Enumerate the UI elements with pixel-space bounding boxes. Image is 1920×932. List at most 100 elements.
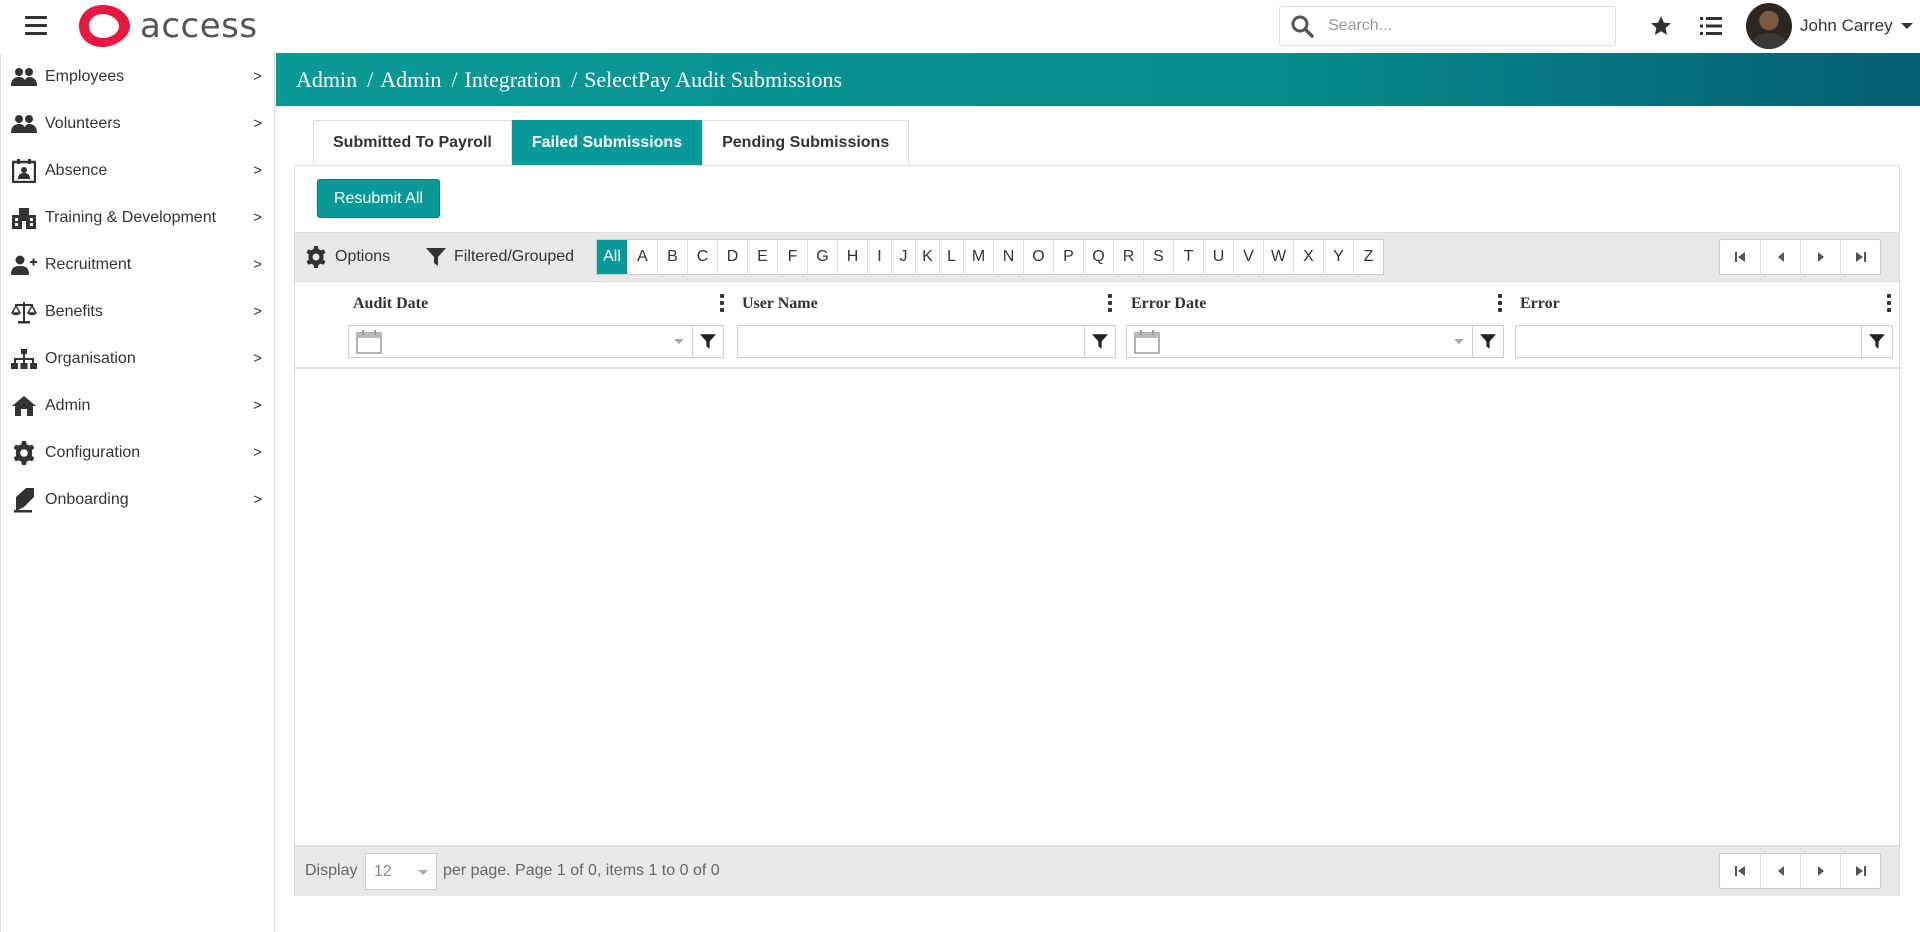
letter-filter[interactable]: S — [1143, 240, 1173, 274]
gear-icon — [11, 440, 37, 465]
column-menu-icon[interactable] — [717, 292, 727, 314]
column-title[interactable]: Error — [1520, 295, 1560, 313]
first-page-icon[interactable] — [1720, 854, 1760, 888]
sidebar-item-admin[interactable]: Admin > — [1, 382, 274, 429]
chevron-down-icon[interactable] — [674, 339, 684, 344]
letter-filter[interactable]: Q — [1083, 240, 1113, 274]
task-list-icon[interactable] — [1697, 12, 1725, 40]
letter-filter[interactable]: P — [1053, 240, 1083, 274]
calendar-icon[interactable] — [356, 329, 382, 354]
sidebar: Employees > Volunteers > Absence > Train… — [0, 53, 275, 932]
users-icon — [11, 65, 37, 89]
tab-strip: Submitted To Payroll Failed Submissions … — [313, 120, 910, 165]
letter-filter[interactable]: F — [777, 240, 807, 274]
letter-filter[interactable]: L — [939, 240, 963, 274]
top-bar: access John Carrey — [0, 0, 1920, 53]
favourites-star-icon[interactable] — [1647, 12, 1675, 40]
pager-bottom — [1719, 853, 1881, 889]
letter-filter[interactable]: J — [891, 240, 915, 274]
pagination-status: per page. Page 1 of 0, items 1 to 0 of 0 — [443, 862, 720, 879]
letter-filter[interactable]: D — [717, 240, 747, 274]
access-logo-icon — [79, 5, 130, 47]
chevron-right-icon: > — [253, 256, 262, 273]
letter-filter[interactable]: T — [1173, 240, 1203, 274]
letter-filter[interactable]: Y — [1323, 240, 1353, 274]
letter-filter[interactable]: C — [687, 240, 717, 274]
per-page-select[interactable]: 12 — [365, 853, 437, 890]
letter-filter[interactable]: H — [837, 240, 867, 274]
filter-button[interactable] — [1472, 325, 1504, 358]
previous-page-icon[interactable] — [1760, 240, 1800, 274]
hamburger-menu-icon[interactable] — [25, 16, 47, 36]
column-menu-icon[interactable] — [1495, 292, 1505, 314]
letter-filter[interactable]: K — [915, 240, 939, 274]
last-page-icon[interactable] — [1840, 854, 1880, 888]
options-button[interactable]: Options — [305, 233, 390, 281]
chevron-right-icon: > — [253, 397, 262, 414]
tab-pending-submissions[interactable]: Pending Submissions — [702, 120, 910, 165]
letter-filter[interactable]: E — [747, 240, 777, 274]
tab-submitted-to-payroll[interactable]: Submitted To Payroll — [313, 120, 512, 165]
search-input[interactable] — [1328, 17, 1588, 35]
sidebar-item-training-development[interactable]: Training & Development > — [1, 194, 274, 241]
search-box[interactable] — [1279, 6, 1616, 46]
resubmit-all-button[interactable]: Resubmit All — [317, 179, 440, 218]
sidebar-item-organisation[interactable]: Organisation > — [1, 335, 274, 382]
breadcrumb-item[interactable]: Admin — [296, 67, 357, 93]
column-title[interactable]: User Name — [742, 295, 818, 313]
sidebar-item-absence[interactable]: Absence > — [1, 147, 274, 194]
first-page-icon[interactable] — [1720, 240, 1760, 274]
letter-filter[interactable]: Z — [1353, 240, 1383, 274]
sidebar-item-label: Onboarding — [45, 490, 129, 508]
sidebar-item-onboarding[interactable]: Onboarding > — [1, 476, 274, 523]
letter-filter[interactable]: I — [867, 240, 891, 274]
letter-filter[interactable]: V — [1233, 240, 1263, 274]
user-name: John Carrey — [1800, 16, 1893, 35]
previous-page-icon[interactable] — [1760, 854, 1800, 888]
tab-failed-submissions[interactable]: Failed Submissions — [511, 120, 703, 165]
breadcrumb-item[interactable]: Admin — [380, 67, 441, 93]
letter-filter[interactable]: N — [993, 240, 1023, 274]
last-page-icon[interactable] — [1840, 240, 1880, 274]
column-menu-icon[interactable] — [1884, 292, 1894, 314]
letter-filter[interactable]: R — [1113, 240, 1143, 274]
filter-button[interactable] — [1084, 325, 1116, 358]
logo[interactable]: access — [76, 3, 258, 49]
letter-filter[interactable]: A — [627, 240, 657, 274]
filter-button[interactable] — [692, 325, 724, 358]
letter-filter[interactable]: U — [1203, 240, 1233, 274]
sidebar-item-volunteers[interactable]: Volunteers > — [1, 100, 274, 147]
sidebar-item-label: Organisation — [45, 349, 136, 367]
letter-filter[interactable]: W — [1263, 240, 1293, 274]
audit-date-filter-input[interactable] — [348, 325, 693, 358]
next-page-icon[interactable] — [1800, 854, 1840, 888]
breadcrumb-item[interactable]: Integration — [465, 67, 562, 93]
sidebar-item-benefits[interactable]: Benefits > — [1, 288, 274, 335]
user-name-filter-field[interactable] — [738, 326, 1078, 357]
user-name-filter-input[interactable] — [737, 325, 1085, 358]
next-page-icon[interactable] — [1800, 240, 1840, 274]
filtered-grouped-button[interactable]: Filtered/Grouped — [426, 233, 574, 281]
column-title[interactable]: Error Date — [1131, 295, 1206, 313]
calendar-icon[interactable] — [1134, 329, 1160, 354]
letter-filter[interactable]: X — [1293, 240, 1323, 274]
letter-filter[interactable]: G — [807, 240, 837, 274]
sidebar-item-employees[interactable]: Employees > — [1, 53, 274, 100]
error-filter-input[interactable] — [1515, 325, 1862, 358]
user-menu[interactable]: John Carrey — [1746, 3, 1913, 49]
filter-button[interactable] — [1861, 325, 1893, 358]
letter-filter[interactable]: O — [1023, 240, 1053, 274]
search-icon — [1291, 15, 1314, 38]
letter-filter-all[interactable]: All — [597, 240, 627, 274]
letter-filter[interactable]: M — [963, 240, 993, 274]
sidebar-item-configuration[interactable]: Configuration > — [1, 429, 274, 476]
column-title[interactable]: Audit Date — [353, 295, 428, 313]
sidebar-item-label: Employees — [45, 67, 125, 85]
column-menu-icon[interactable] — [1105, 292, 1115, 314]
error-date-filter-input[interactable] — [1126, 325, 1473, 358]
error-filter-field[interactable] — [1516, 326, 1856, 357]
chevron-down-icon[interactable] — [1454, 339, 1464, 344]
filter-icon — [1480, 334, 1496, 349]
letter-filter[interactable]: B — [657, 240, 687, 274]
sidebar-item-recruitment[interactable]: Recruitment > — [1, 241, 274, 288]
